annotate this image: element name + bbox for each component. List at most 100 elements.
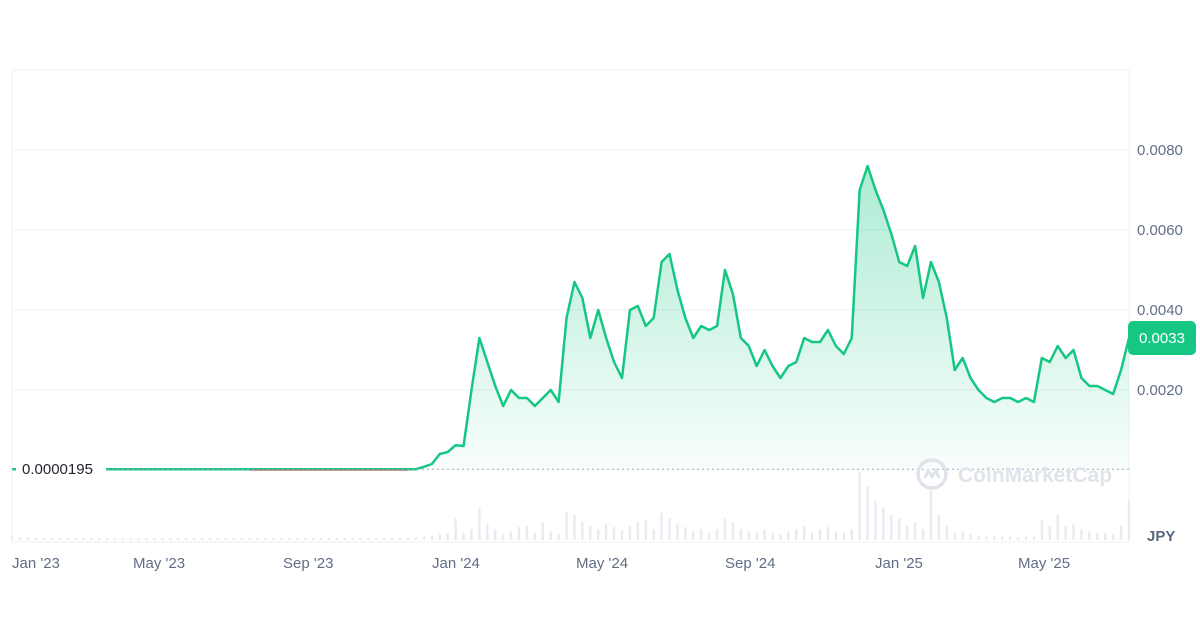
volume-bar — [58, 537, 61, 540]
volume-bar — [232, 537, 236, 540]
price-area — [12, 166, 1129, 470]
volume-bar — [311, 537, 315, 540]
x-tick-label: Jan '24 — [432, 555, 480, 572]
volume-bar — [905, 525, 909, 540]
volume-bar — [383, 537, 386, 540]
volume-bar — [272, 537, 275, 540]
volume-bar — [375, 537, 378, 540]
volume-bar — [248, 537, 251, 540]
volume-bar — [351, 537, 354, 540]
volume-bar — [993, 535, 996, 540]
volume-bar — [185, 537, 188, 540]
volume-bar — [731, 522, 735, 540]
x-tick-label: Sep '24 — [725, 555, 775, 572]
volume-bar — [644, 519, 647, 540]
volume-bar — [985, 536, 988, 540]
y-tick-label: 0.0080 — [1137, 142, 1183, 159]
volume-bar — [581, 522, 584, 540]
volume-bar — [573, 514, 576, 540]
volume-bar — [1104, 532, 1107, 540]
volume-bar — [517, 527, 521, 540]
volume-bar — [1080, 529, 1083, 540]
volume-bar — [113, 537, 117, 540]
x-axis-ticks: Jan '23 May '23 Sep '23 Jan '24 May '24 Sep '… — [12, 555, 1070, 572]
volume-bar — [430, 535, 434, 540]
volume-bar — [779, 534, 782, 540]
volume-bar — [882, 507, 885, 540]
volume-bar — [1088, 531, 1091, 540]
price-badge-label: 0.0033 — [1139, 330, 1185, 347]
volume-bar — [818, 529, 822, 540]
volume-bar — [700, 529, 703, 540]
volume-bar — [1064, 525, 1067, 540]
volume-bar — [565, 511, 568, 540]
volume-bar — [604, 524, 608, 540]
volume-bar — [739, 529, 743, 540]
volume-bar — [264, 537, 267, 540]
volume-bar — [755, 532, 758, 540]
volume-bar — [810, 532, 814, 540]
volume-bar — [929, 489, 933, 540]
volume-bar — [795, 529, 798, 540]
volume-bar — [42, 537, 45, 540]
volume-bar — [1001, 536, 1004, 540]
volume-bar — [414, 537, 418, 540]
volume-bar — [660, 512, 663, 540]
volume-bar — [288, 537, 291, 540]
volume-bar — [208, 537, 212, 540]
volume-bar — [193, 537, 196, 540]
volume-bar — [913, 522, 917, 540]
volume-bar — [129, 537, 133, 540]
volume-bar — [866, 486, 869, 540]
volume-bar — [90, 537, 93, 540]
volume-bar — [66, 537, 69, 540]
volume-bar — [280, 537, 283, 540]
volume-bar — [858, 472, 861, 540]
volume-bar — [898, 518, 901, 540]
volume-bar — [890, 514, 893, 540]
volume-bar — [977, 535, 980, 540]
volume-bar — [1072, 524, 1075, 540]
volume-bar — [961, 531, 964, 540]
x-tick-label: May '25 — [1018, 555, 1070, 572]
volume-bar — [34, 537, 37, 540]
volume-bar — [200, 537, 204, 540]
volume-bar — [343, 537, 346, 540]
volume-bar — [153, 537, 156, 540]
baseline-label: 0.0000195 — [22, 461, 93, 478]
volume-bar — [597, 529, 600, 540]
volume-bar — [937, 514, 941, 540]
volume-bar — [533, 532, 537, 540]
volume-bar — [707, 532, 711, 540]
x-tick-label: Jan '23 — [12, 555, 60, 572]
volume-bar — [240, 537, 243, 540]
volume-bar — [486, 524, 489, 540]
volume-bar — [850, 529, 853, 540]
volume-bar — [169, 537, 172, 540]
volume-bar — [137, 537, 140, 540]
current-price-badge: 0.0033 — [1128, 321, 1196, 355]
volume-bar — [10, 536, 14, 540]
volume-bar — [1024, 536, 1028, 540]
volume-bar — [509, 531, 513, 540]
volume-bar — [391, 537, 394, 540]
volume-bar — [494, 529, 497, 540]
volume-bar — [50, 537, 53, 540]
volume-bar — [826, 527, 830, 540]
volume-bar — [406, 537, 410, 540]
volume-bar — [105, 537, 109, 540]
volume-bar — [1040, 519, 1044, 540]
volume-bar — [398, 537, 402, 540]
volume-bar — [74, 537, 77, 540]
volume-bar — [1096, 532, 1099, 540]
volume-bar — [628, 525, 632, 540]
volume-bar — [692, 531, 695, 540]
volume-bar — [1048, 525, 1051, 540]
volume-bar — [676, 524, 679, 540]
volume-bar — [802, 525, 806, 540]
volume-bar — [1111, 534, 1115, 540]
volume-bar — [478, 507, 481, 540]
volume-bar — [224, 537, 228, 540]
volume-bar — [921, 529, 925, 540]
volume-bar — [525, 525, 529, 540]
